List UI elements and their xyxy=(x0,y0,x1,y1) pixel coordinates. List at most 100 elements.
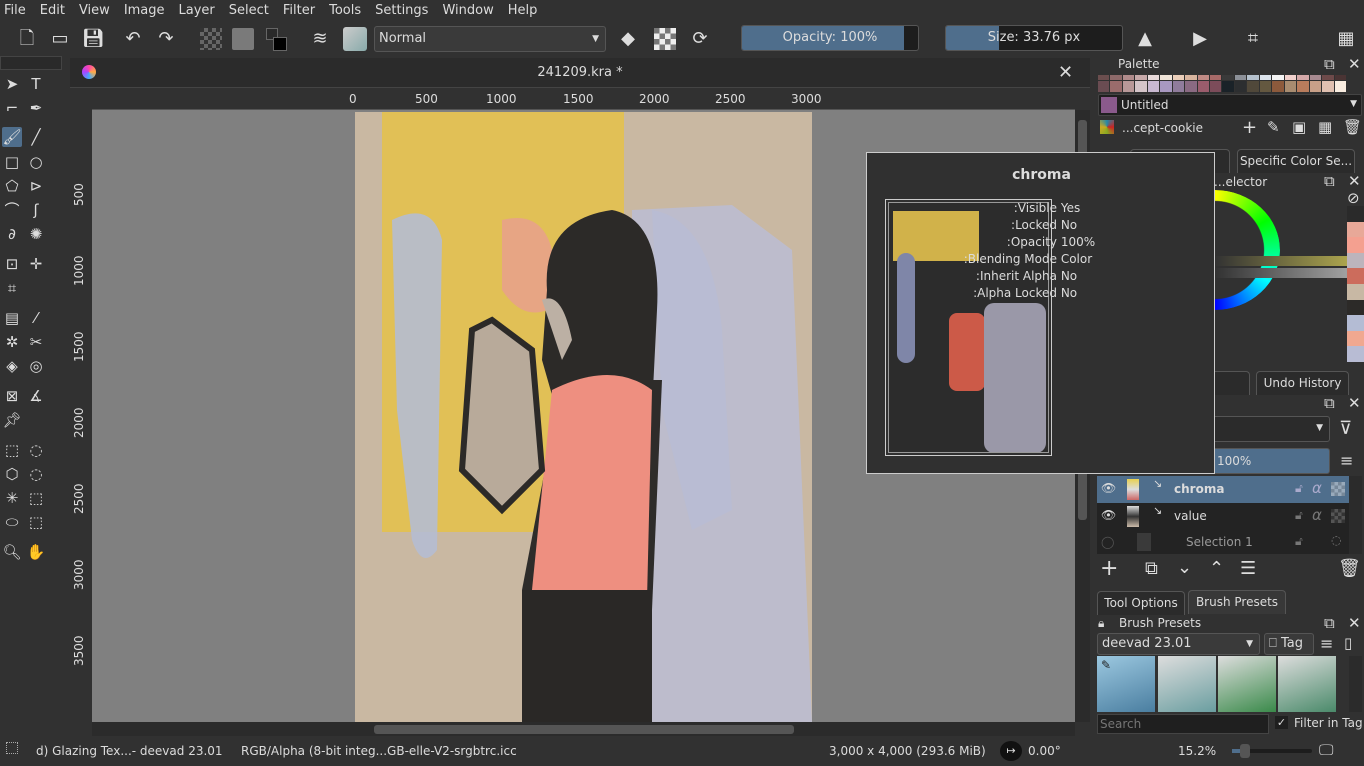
clear-history-icon[interactable]: ⊘ xyxy=(1347,189,1360,207)
text-tool-icon[interactable]: T xyxy=(26,74,46,94)
preserve-alpha-icon[interactable] xyxy=(654,28,676,50)
history-color-swatch[interactable] xyxy=(1347,206,1364,222)
float-docker-icon[interactable]: ⧉ xyxy=(1324,172,1335,190)
palette-swatch[interactable] xyxy=(1284,75,1297,80)
tag-set-select[interactable]: deevad 23.01 ▼ xyxy=(1097,633,1260,655)
zoom-tool-icon[interactable]: 🔍︎ xyxy=(2,542,22,562)
history-color-swatch[interactable] xyxy=(1347,252,1364,269)
color-history[interactable] xyxy=(1347,206,1364,362)
ellipse-select-tool-icon[interactable]: ◌ xyxy=(26,440,46,460)
palette-swatch[interactable] xyxy=(1122,75,1135,80)
selection-icon[interactable]: ◌ xyxy=(1331,533,1341,547)
canvas-only-icon[interactable]: 🖵︎ xyxy=(1319,741,1333,759)
edit-pencil-icon[interactable]: ✎ xyxy=(1267,118,1280,136)
palette-swatch[interactable] xyxy=(1322,75,1334,80)
menu-help[interactable]: Help xyxy=(508,3,538,18)
open-document-icon[interactable]: ▭ xyxy=(49,28,71,50)
inherit-alpha-icon[interactable] xyxy=(1331,482,1345,496)
history-color-swatch[interactable] xyxy=(1347,237,1364,253)
assistant-tool-icon-2[interactable]: ⊠ xyxy=(2,386,22,406)
color-picker-tool-icon[interactable]: ⁄ xyxy=(26,308,46,328)
palette-swatch[interactable] xyxy=(1172,75,1185,80)
mirror-vertical-icon[interactable]: ▶ xyxy=(1189,28,1211,50)
multibrush-tool-icon[interactable]: ✺ xyxy=(26,224,46,244)
wrap-around-icon[interactable]: ⌗ xyxy=(1242,28,1264,50)
palette-select[interactable]: Untitled ▼ xyxy=(1098,94,1362,116)
layer-row-selection[interactable]: ◯ Selection 1 🔓︎ ◌ xyxy=(1097,530,1349,554)
bezier-tool-icon[interactable]: ⌒ xyxy=(2,200,22,220)
history-color-swatch[interactable] xyxy=(1347,315,1364,331)
line-tool-icon[interactable]: ╱ xyxy=(26,127,46,147)
tab-brush-presets[interactable]: Brush Presets xyxy=(1188,590,1286,614)
move-layer-up-icon[interactable]: ⌃ xyxy=(1209,558,1224,579)
palette-swatch[interactable] xyxy=(1247,81,1259,92)
contiguous-select-tool-icon[interactable]: ✳ xyxy=(2,488,22,508)
magnetic-select-tool-icon[interactable]: ⬚ xyxy=(26,512,46,532)
rectangle-tool-icon[interactable]: □ xyxy=(2,152,22,172)
palette-swatch[interactable] xyxy=(1259,81,1272,92)
horizontal-scrollbar[interactable] xyxy=(92,722,1075,736)
rect-select-tool-icon[interactable]: ⬚ xyxy=(2,440,22,460)
layer-row-chroma[interactable]: 👁︎ ↘ chroma 🔓︎ α xyxy=(1097,476,1349,503)
alpha-lock-icon[interactable]: α xyxy=(1312,479,1322,497)
storage-icon[interactable]: ▯ xyxy=(1344,634,1352,652)
ellipse-tool-icon[interactable]: ○ xyxy=(26,152,46,172)
menu-view[interactable]: View xyxy=(79,3,110,18)
polygon-select-tool-icon[interactable]: ⬡ xyxy=(2,464,22,484)
freehand-brush-tool-icon[interactable]: 🖌︎ xyxy=(2,127,22,147)
palette-swatches[interactable] xyxy=(1098,75,1346,92)
palette-swatch[interactable] xyxy=(1098,75,1110,80)
menu-select[interactable]: Select xyxy=(229,3,269,18)
view-options-icon[interactable]: ≡ xyxy=(1320,634,1333,653)
brush-preset-glazing[interactable]: ✎ xyxy=(1097,656,1155,712)
palette-swatch[interactable] xyxy=(1322,81,1334,92)
tab-tool-options[interactable]: Tool Options xyxy=(1097,591,1185,615)
palette-swatch[interactable] xyxy=(1334,75,1346,80)
layer-row-value[interactable]: 👁︎ ↘ value 🔓︎ α xyxy=(1097,503,1349,530)
layer-properties-icon[interactable]: ☰ xyxy=(1240,558,1256,579)
fg-bg-color-icon[interactable] xyxy=(266,28,288,51)
add-layer-icon[interactable]: + xyxy=(1100,556,1118,581)
history-color-swatch[interactable] xyxy=(1347,221,1364,238)
history-color-swatch[interactable] xyxy=(1347,268,1364,284)
palette-swatch[interactable] xyxy=(1284,81,1297,92)
float-docker-icon[interactable]: ⧉ xyxy=(1324,614,1335,632)
palette-swatch[interactable] xyxy=(1185,81,1197,92)
layer-menu-icon[interactable]: ≡ xyxy=(1340,451,1353,470)
dynamic-brush-tool-icon[interactable]: ∂ xyxy=(2,224,22,244)
brush-settings-icon[interactable]: ≋ xyxy=(309,28,331,50)
document-title[interactable]: 241209.kra * xyxy=(70,65,1090,80)
palette-resource-name[interactable]: ...cept-cookie xyxy=(1122,121,1203,135)
bezier-select-tool-icon[interactable]: ⬭ xyxy=(2,512,22,532)
crop-tool-icon[interactable]: ⌗ xyxy=(2,278,22,298)
lock-icon[interactable]: 🔓︎ xyxy=(1295,508,1303,523)
filter-icon[interactable]: ⊽ xyxy=(1339,418,1352,439)
brush-preset-icon[interactable] xyxy=(343,27,367,51)
mirror-horizontal-icon[interactable]: ▲ xyxy=(1134,28,1156,50)
visibility-eye-icon[interactable]: 👁︎ xyxy=(1101,508,1116,522)
palette-swatch[interactable] xyxy=(1147,75,1160,80)
pattern-icon[interactable] xyxy=(232,28,254,50)
color-slider-value[interactable] xyxy=(1216,268,1358,278)
palette-swatch[interactable] xyxy=(1135,81,1147,92)
close-docker-icon[interactable]: ✕ xyxy=(1348,394,1361,412)
select-shapes-tool-icon[interactable]: ➤ xyxy=(2,74,22,94)
palette-swatch[interactable] xyxy=(1297,81,1309,92)
brush-preset-3[interactable] xyxy=(1218,656,1276,712)
menu-image[interactable]: Image xyxy=(124,3,165,18)
menu-tools[interactable]: Tools xyxy=(329,3,361,18)
history-color-swatch[interactable] xyxy=(1347,330,1364,347)
palette-swatch[interactable] xyxy=(1272,75,1284,80)
palette-swatch[interactable] xyxy=(1210,75,1222,80)
color-slider-saturation[interactable] xyxy=(1216,256,1358,266)
delete-icon[interactable]: 🗑︎ xyxy=(1343,118,1362,136)
history-color-swatch[interactable] xyxy=(1347,299,1364,316)
history-color-swatch[interactable] xyxy=(1347,283,1364,300)
float-docker-icon[interactable]: ⧉ xyxy=(1324,55,1335,73)
blend-mode-select[interactable]: Normal ▼ xyxy=(374,26,606,52)
palette-swatch[interactable] xyxy=(1210,81,1222,92)
duplicate-layer-icon[interactable]: ⧉ xyxy=(1145,558,1158,579)
visibility-eye-icon[interactable]: 👁︎ xyxy=(1101,481,1116,495)
palette-swatch[interactable] xyxy=(1297,75,1309,80)
reference-images-tool-icon[interactable]: 📌︎ xyxy=(2,410,22,430)
